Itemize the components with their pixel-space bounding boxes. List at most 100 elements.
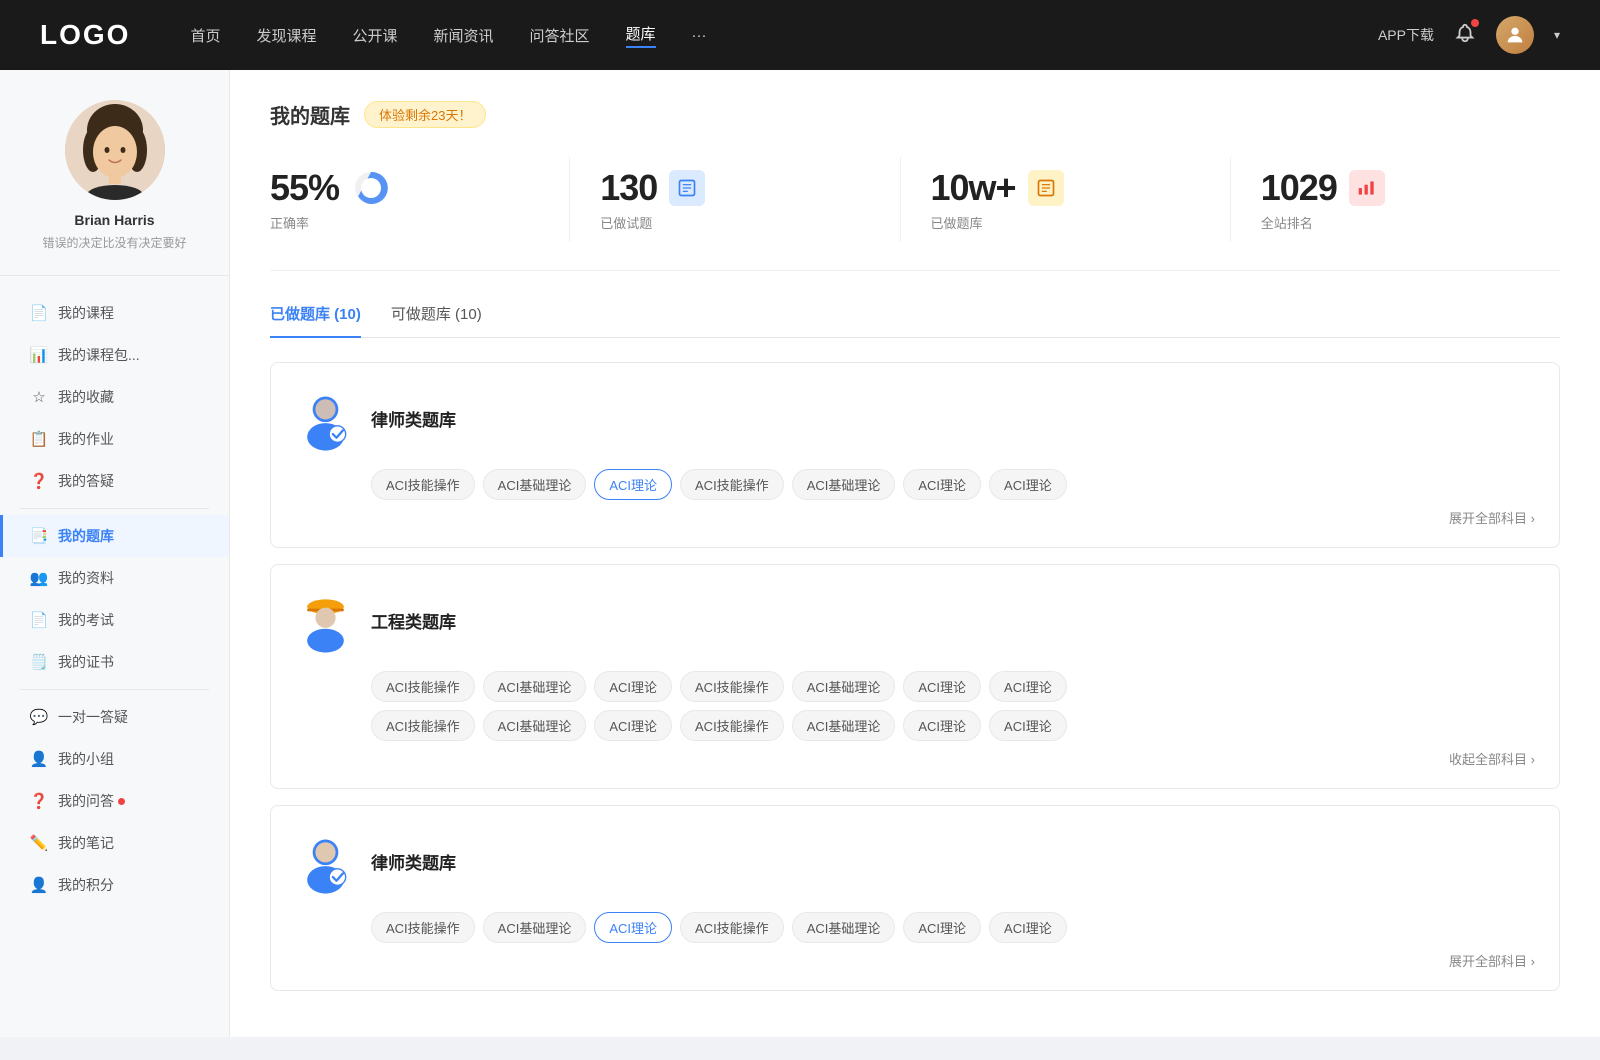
header-right: APP下载 ▾: [1378, 16, 1560, 54]
tag-3-5[interactable]: ACI理论: [903, 912, 981, 943]
tag-2-6[interactable]: ACI理论: [989, 671, 1067, 702]
page-wrapper: Brian Harris 错误的决定比没有决定要好 📄 我的课程 📊 我的课程包…: [0, 70, 1600, 1037]
avatar: [65, 100, 165, 200]
sidebar-item-favorites[interactable]: ☆ 我的收藏: [0, 376, 229, 418]
user-avatar-header[interactable]: [1496, 16, 1534, 54]
sidebar-item-label: 我的考试: [58, 610, 114, 630]
tag-2-5[interactable]: ACI理论: [903, 671, 981, 702]
bank-title-1: 律师类题库: [371, 406, 456, 431]
expand-link-3[interactable]: 展开全部科目 ›: [295, 951, 1535, 970]
tag-3-0[interactable]: ACI技能操作: [371, 912, 475, 943]
sidebar-item-label: 一对一答疑: [58, 707, 128, 727]
qa-icon: ❓: [30, 472, 48, 490]
tag-2-9[interactable]: ACI理论: [594, 710, 672, 741]
sidebar-item-exam[interactable]: 📄 我的考试: [0, 599, 229, 641]
nav-open-course[interactable]: 公开课: [352, 25, 397, 46]
homework-icon: 📋: [30, 430, 48, 448]
nav-qa[interactable]: 问答社区: [530, 25, 590, 46]
tag-1-1[interactable]: ACI基础理论: [483, 469, 587, 500]
bank-card-engineer: 工程类题库 ACI技能操作 ACI基础理论 ACI理论 ACI技能操作 ACI基…: [270, 564, 1560, 789]
tag-3-6[interactable]: ACI理论: [989, 912, 1067, 943]
sidebar-item-label: 我的课程: [58, 303, 114, 323]
tag-2-13[interactable]: ACI理论: [989, 710, 1067, 741]
expand-link-1[interactable]: 展开全部科目 ›: [295, 508, 1535, 527]
tag-1-6[interactable]: ACI理论: [989, 469, 1067, 500]
sidebar: Brian Harris 错误的决定比没有决定要好 📄 我的课程 📊 我的课程包…: [0, 70, 230, 1037]
sidebar-item-my-course[interactable]: 📄 我的课程: [0, 292, 229, 334]
tag-1-5[interactable]: ACI理论: [903, 469, 981, 500]
sidebar-item-homework[interactable]: 📋 我的作业: [0, 418, 229, 460]
sidebar-item-label: 我的证书: [58, 652, 114, 672]
tag-2-7[interactable]: ACI技能操作: [371, 710, 475, 741]
tag-1-4[interactable]: ACI基础理论: [792, 469, 896, 500]
user-menu-chevron[interactable]: ▾: [1554, 28, 1560, 42]
notes-icon: ✏️: [30, 834, 48, 852]
tag-2-3[interactable]: ACI技能操作: [680, 671, 784, 702]
sidebar-item-points[interactable]: 👤 我的积分: [0, 864, 229, 906]
tag-2-8[interactable]: ACI基础理论: [483, 710, 587, 741]
course-icon: 📄: [30, 304, 48, 322]
tags-row-2b: ACI技能操作 ACI基础理论 ACI理论 ACI技能操作 ACI基础理论 AC…: [371, 710, 1535, 741]
nav-discover[interactable]: 发现课程: [256, 25, 316, 46]
tag-2-11[interactable]: ACI基础理论: [792, 710, 896, 741]
notification-bell[interactable]: [1454, 22, 1476, 49]
sidebar-divider-2: [20, 689, 209, 690]
nav-question-bank[interactable]: 题库: [626, 23, 656, 48]
tab-done-banks[interactable]: 已做题库 (10): [270, 303, 361, 338]
stat-accuracy-info: 55% 正确率: [270, 167, 391, 232]
sidebar-item-question-bank[interactable]: 📑 我的题库: [0, 515, 229, 557]
logo[interactable]: LOGO: [40, 19, 130, 51]
collapse-link-2[interactable]: 收起全部科目 ›: [295, 749, 1535, 768]
bank-title-3: 律师类题库: [371, 849, 456, 874]
tag-1-0[interactable]: ACI技能操作: [371, 469, 475, 500]
sidebar-item-qa[interactable]: ❓ 我的答疑: [0, 460, 229, 502]
page-title: 我的题库: [270, 100, 350, 129]
tag-1-2[interactable]: ACI理论: [594, 469, 672, 500]
tag-2-2[interactable]: ACI理论: [594, 671, 672, 702]
sidebar-item-group[interactable]: 👤 我的小组: [0, 738, 229, 780]
sidebar-username: Brian Harris: [74, 212, 154, 228]
stat-rank-number: 1029: [1261, 167, 1337, 209]
tag-3-2[interactable]: ACI理论: [594, 912, 672, 943]
sidebar-item-one-on-one[interactable]: 💬 一对一答疑: [0, 696, 229, 738]
header: LOGO 首页 发现课程 公开课 新闻资讯 问答社区 题库 ··· APP下载 …: [0, 0, 1600, 70]
tag-2-1[interactable]: ACI基础理论: [483, 671, 587, 702]
star-icon: ☆: [30, 388, 48, 406]
stat-done-number: 130: [600, 167, 657, 209]
sidebar-item-course-package[interactable]: 📊 我的课程包...: [0, 334, 229, 376]
tag-2-4[interactable]: ACI基础理论: [792, 671, 896, 702]
sidebar-item-my-qa[interactable]: ❓ 我的问答: [0, 780, 229, 822]
sidebar-item-certificate[interactable]: 🗒️ 我的证书: [0, 641, 229, 683]
sidebar-item-label: 我的课程包...: [58, 345, 140, 365]
sidebar-item-label: 我的收藏: [58, 387, 114, 407]
trial-badge: 体验剩余23天！: [364, 101, 486, 128]
tag-1-3[interactable]: ACI技能操作: [680, 469, 784, 500]
nav-home[interactable]: 首页: [190, 25, 220, 46]
sidebar-item-label: 我的问答: [58, 791, 114, 811]
sidebar-item-profile[interactable]: 👥 我的资料: [0, 557, 229, 599]
tag-3-4[interactable]: ACI基础理论: [792, 912, 896, 943]
tab-available-banks[interactable]: 可做题库 (10): [391, 303, 482, 338]
stats-row: 55% 正确率: [270, 157, 1560, 271]
bank-title-2: 工程类题库: [371, 608, 456, 633]
tag-3-1[interactable]: ACI基础理论: [483, 912, 587, 943]
tag-2-0[interactable]: ACI技能操作: [371, 671, 475, 702]
app-download-button[interactable]: APP下载: [1378, 25, 1434, 45]
tag-3-3[interactable]: ACI技能操作: [680, 912, 784, 943]
tag-2-10[interactable]: ACI技能操作: [680, 710, 784, 741]
engineer-icon: [295, 585, 355, 655]
tag-2-12[interactable]: ACI理论: [903, 710, 981, 741]
sidebar-item-label: 我的小组: [58, 749, 114, 769]
sidebar-item-label: 我的作业: [58, 429, 114, 449]
main-nav: 首页 发现课程 公开课 新闻资讯 问答社区 题库 ···: [190, 23, 1378, 48]
sidebar-item-label: 我的积分: [58, 875, 114, 895]
bank-card-lawyer-2: 律师类题库 ACI技能操作 ACI基础理论 ACI理论 ACI技能操作 ACI基…: [270, 805, 1560, 991]
sidebar-item-notes[interactable]: ✏️ 我的笔记: [0, 822, 229, 864]
nav-more[interactable]: ···: [692, 27, 707, 44]
nav-news[interactable]: 新闻资讯: [434, 25, 494, 46]
stat-done-label: 已做试题: [600, 213, 705, 232]
sidebar-profile: Brian Harris 错误的决定比没有决定要好: [0, 100, 229, 276]
page-title-row: 我的题库 体验剩余23天！: [270, 100, 1560, 129]
tags-row-2a: ACI技能操作 ACI基础理论 ACI理论 ACI技能操作 ACI基础理论 AC…: [371, 671, 1535, 702]
done-questions-icon: [669, 170, 705, 206]
